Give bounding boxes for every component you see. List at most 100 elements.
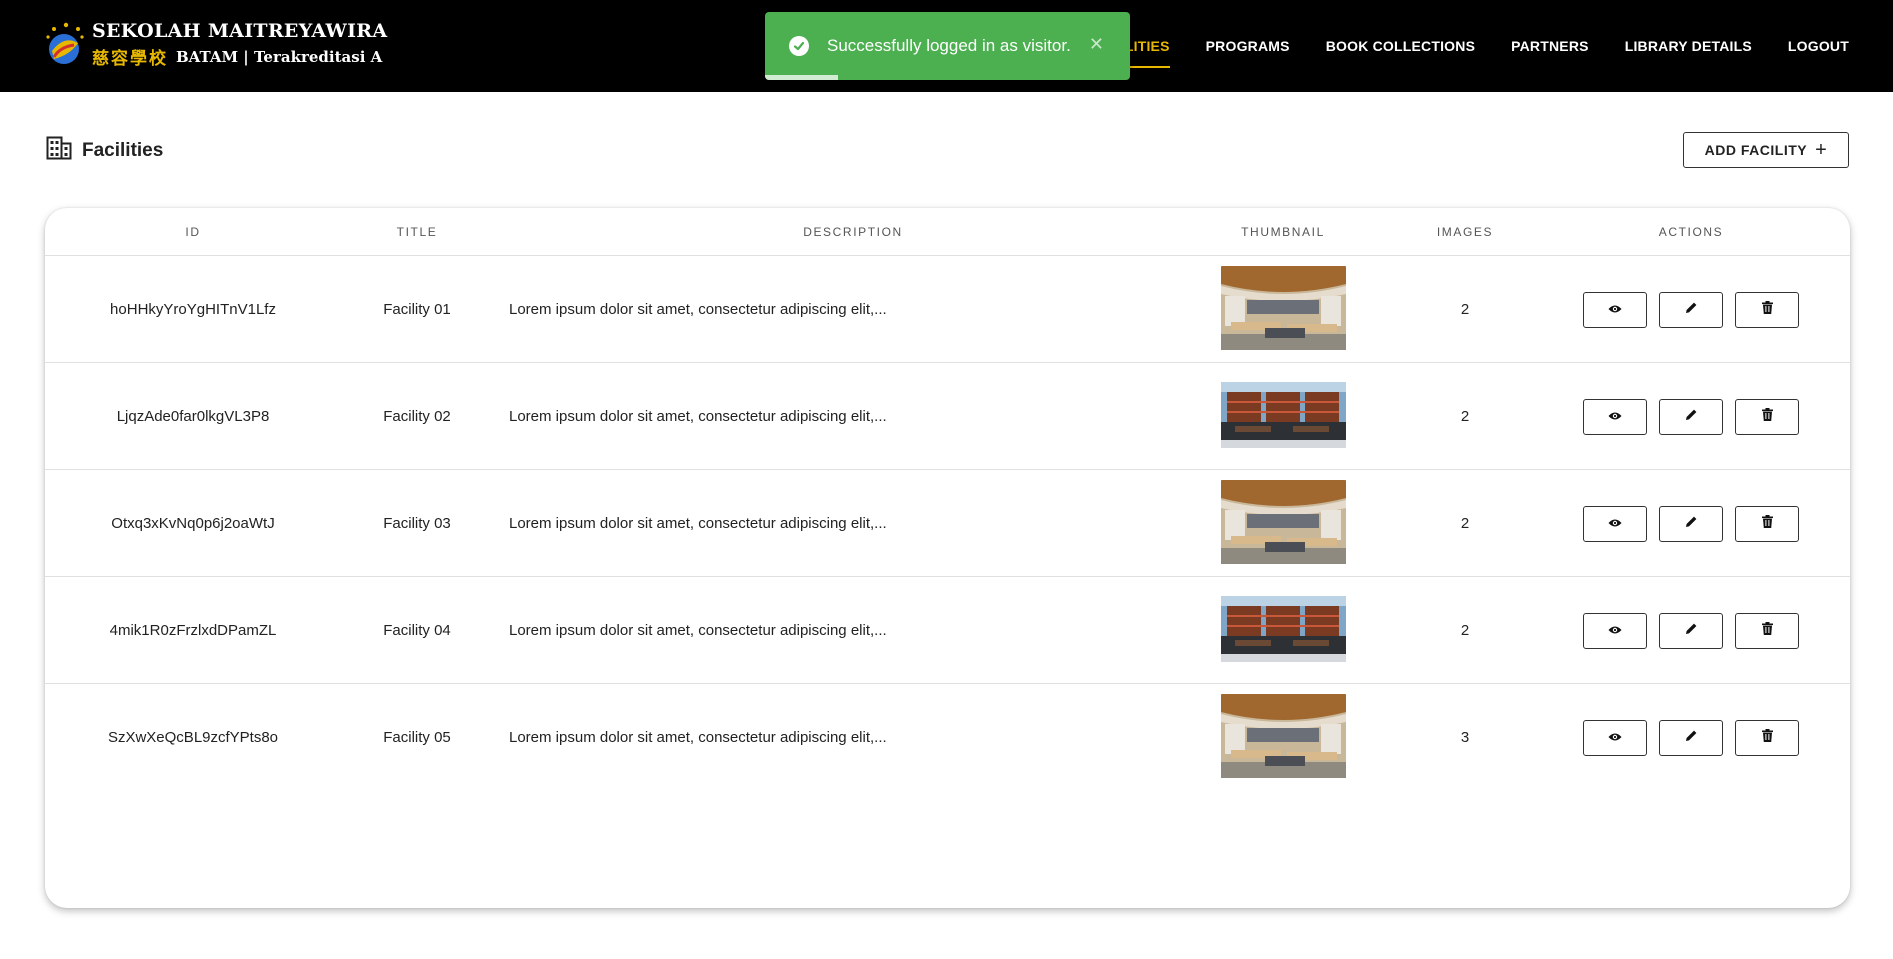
cell-id: Otxq3xKvNq0p6j2oaWtJ [111, 515, 275, 532]
school-chinese-name: 慈容學校 [92, 49, 168, 69]
delete-button[interactable] [1735, 505, 1799, 542]
view-button[interactable] [1583, 612, 1647, 649]
cell-description: Lorem ipsum dolor sit amet, consectetur … [509, 515, 887, 532]
cell-images-count: 2 [1460, 515, 1470, 532]
cell-title: Facility 03 [383, 515, 451, 532]
column-header-description: DESCRIPTION [803, 225, 903, 239]
plus-icon: + [1815, 139, 1828, 161]
cell-id: 4mik1R0zFrzlxdDPamZL [109, 622, 277, 639]
page-title: Facilities [82, 139, 164, 161]
building-icon [46, 136, 72, 165]
cell-title: Facility 02 [383, 408, 451, 425]
table-row: Otxq3xKvNq0p6j2oaWtJ Facility 03 Lorem ips… [45, 470, 1850, 577]
nav-book-collections[interactable]: BOOK COLLECTIONS [1326, 30, 1475, 62]
cell-description: Lorem ipsum dolor sit amet, consectetur … [509, 408, 887, 425]
cell-images-count: 2 [1460, 301, 1470, 318]
cell-thumbnail [1177, 363, 1389, 470]
cell-actions [1541, 577, 1841, 684]
table-row: SzXwXeQcBL9zcfYPts8o Facility 05 Lorem ips… [45, 684, 1850, 791]
pencil-icon [1685, 622, 1698, 639]
eye-icon [1608, 622, 1622, 639]
cell-images-count: 2 [1460, 408, 1470, 425]
view-button[interactable] [1583, 719, 1647, 756]
eye-icon [1608, 301, 1622, 318]
school-accreditation: BATAM | Terakreditasi A [176, 47, 383, 66]
view-button[interactable] [1583, 398, 1647, 435]
column-header-id: ID [185, 225, 201, 239]
facility-thumbnail-image [1220, 595, 1346, 666]
delete-button[interactable] [1735, 719, 1799, 756]
cell-id: hoHHkyYroYgHITnV1Lfz [110, 301, 276, 318]
facility-thumbnail-image [1220, 479, 1346, 568]
school-name: SEKOLAH MAITREYAWIRA [92, 20, 388, 42]
column-header-actions: ACTIONS [1658, 225, 1724, 239]
table-row: 4mik1R0zFrzlxdDPamZL Facility 04 Lorem ips… [45, 577, 1850, 684]
pencil-icon [1685, 515, 1698, 532]
cell-description: Lorem ipsum dolor sit amet, consectetur … [509, 301, 887, 318]
cell-actions [1541, 363, 1841, 470]
main-nav: FACILITIES PROGRAMS BOOK COLLECTIONS PAR… [1056, 0, 1849, 92]
trash-icon [1761, 515, 1773, 532]
nav-programs[interactable]: PROGRAMS [1206, 30, 1290, 62]
eye-icon [1608, 515, 1622, 532]
trash-icon [1761, 622, 1773, 639]
facility-thumbnail-image [1220, 381, 1346, 452]
table-header: ID TITLE DESCRIPTION THUMBNAIL IMAGES AC… [45, 208, 1850, 256]
cell-id: SzXwXeQcBL9zcfYPts8o [107, 729, 279, 746]
delete-button[interactable] [1735, 291, 1799, 328]
eye-icon [1608, 729, 1622, 746]
eye-icon [1608, 408, 1622, 425]
trash-icon [1761, 729, 1773, 746]
trash-icon [1761, 301, 1773, 318]
login-toast: Successfully logged in as visitor. ✕ [765, 12, 1130, 80]
toast-message: Successfully logged in as visitor. [827, 36, 1071, 55]
cell-thumbnail [1177, 577, 1389, 684]
check-circle-icon [789, 36, 809, 56]
cell-actions [1541, 470, 1841, 577]
pencil-icon [1685, 408, 1698, 425]
facility-thumbnail-image [1220, 693, 1346, 782]
column-header-thumbnail: THUMBNAIL [1241, 225, 1325, 239]
cell-thumbnail [1177, 684, 1389, 791]
cell-images-count: 2 [1460, 622, 1470, 639]
school-logo[interactable]: SEKOLAH MAITREYAWIRA 慈容學校 BATAM | Terakr… [44, 20, 387, 69]
cell-id: LjqzAde0far0lkgVL3P8 [116, 408, 270, 425]
cell-actions [1541, 684, 1841, 791]
cell-title: Facility 04 [383, 622, 451, 639]
view-button[interactable] [1583, 291, 1647, 328]
close-icon[interactable]: ✕ [1089, 34, 1104, 55]
nav-partners[interactable]: PARTNERS [1511, 30, 1589, 62]
toast-progress-bar [765, 75, 838, 80]
add-facility-button[interactable]: ADD FACILITY + [1683, 132, 1849, 168]
cell-thumbnail [1177, 256, 1389, 363]
table-row: hoHHkyYroYgHITnV1Lfz Facility 01 Lorem ips… [45, 256, 1850, 363]
page-header: Facilities [46, 136, 163, 165]
edit-button[interactable] [1659, 612, 1723, 649]
nav-library-details[interactable]: LIBRARY DETAILS [1625, 30, 1752, 62]
nav-logout[interactable]: LOGOUT [1788, 30, 1849, 62]
cell-thumbnail [1177, 470, 1389, 577]
edit-button[interactable] [1659, 291, 1723, 328]
facilities-table: ID TITLE DESCRIPTION THUMBNAIL IMAGES AC… [45, 208, 1850, 908]
school-emblem-icon [44, 21, 88, 69]
cell-title: Facility 05 [383, 729, 451, 746]
edit-button[interactable] [1659, 398, 1723, 435]
table-row: LjqzAde0far0lkgVL3P8 Facility 02 Lorem ips… [45, 363, 1850, 470]
cell-description: Lorem ipsum dolor sit amet, consectetur … [509, 622, 887, 639]
delete-button[interactable] [1735, 398, 1799, 435]
view-button[interactable] [1583, 505, 1647, 542]
edit-button[interactable] [1659, 719, 1723, 756]
facility-thumbnail-image [1220, 265, 1346, 354]
delete-button[interactable] [1735, 612, 1799, 649]
column-header-title: TITLE [396, 225, 438, 239]
column-header-images: IMAGES [1436, 225, 1494, 239]
cell-description: Lorem ipsum dolor sit amet, consectetur … [509, 729, 887, 746]
pencil-icon [1685, 729, 1698, 746]
add-facility-label: ADD FACILITY [1704, 142, 1808, 158]
cell-images-count: 3 [1460, 729, 1470, 746]
cell-actions [1541, 256, 1841, 363]
cell-title: Facility 01 [383, 301, 451, 318]
trash-icon [1761, 408, 1773, 425]
pencil-icon [1685, 301, 1698, 318]
edit-button[interactable] [1659, 505, 1723, 542]
